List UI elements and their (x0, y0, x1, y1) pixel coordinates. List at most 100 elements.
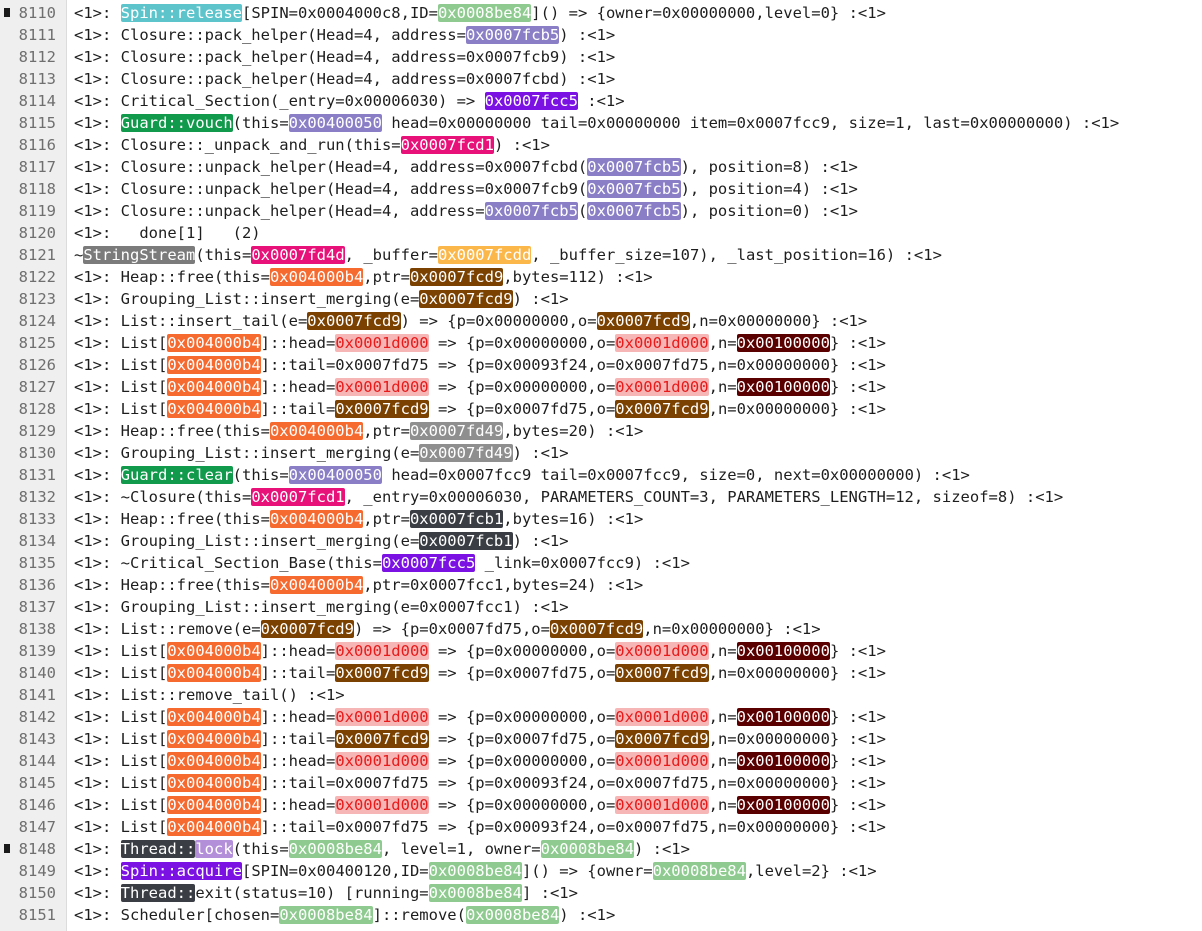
text-span: ,n= (708, 796, 737, 814)
highlight-token: 0x0007fcd9 (335, 664, 429, 682)
log-line[interactable]: 8114 <1>: Critical_Section(_entry=0x00006… (0, 90, 1202, 112)
text-span: ,bytes=20) :<1> (503, 422, 644, 440)
highlight-token: 0x004000b4 (269, 576, 364, 594)
highlight-token: 0x004000b4 (269, 510, 364, 528)
line-number: 8151 (18, 906, 56, 924)
log-line-text: <1>: Spin::release[SPIN=0x0004000c8,ID=0… (74, 2, 886, 24)
line-number: 8110 (18, 4, 56, 22)
log-line[interactable]: 8138 <1>: List::remove(e=0x0007fcd9) => {… (0, 618, 1202, 640)
log-line[interactable]: 8117 <1>: Closure::unpack_helper(Head=4, … (0, 156, 1202, 178)
text-span: head=0x0007fcc9 tail=0x0007fcc9, size=0,… (381, 466, 970, 484)
text-span: ]() => {owner=0x00000000,level=0} :<1> (531, 4, 886, 22)
text-span: ]::head= (260, 708, 336, 726)
log-line[interactable]: 8141 <1>: List::remove_tail() :<1> (0, 684, 1202, 706)
log-line[interactable]: 8136 <1>: Heap::free(this=0x004000b4,ptr=… (0, 574, 1202, 596)
text-span: ,bytes=112) :<1> (503, 268, 653, 286)
highlight-token: 0x0007fcd1 (251, 488, 345, 506)
log-line[interactable]: 8125 <1>: List[0x004000b4]::head=0x0001d0… (0, 332, 1202, 354)
log-line[interactable]: 8119 <1>: Closure::unpack_helper(Head=4, … (0, 200, 1202, 222)
text-span: ~ (74, 246, 84, 264)
highlight-token: 0x0008be84 (540, 840, 634, 858)
log-line[interactable]: 8132 <1>: ~Closure(this=0x0007fcd1, _entr… (0, 486, 1202, 508)
log-line[interactable]: 8129 <1>: Heap::free(this=0x004000b4,ptr=… (0, 420, 1202, 442)
text-span: <1>: (74, 466, 121, 484)
log-line[interactable]: 8120 <1>: done[1] (2) (0, 222, 1202, 244)
log-line[interactable]: 8131 <1>: Guard::clear(this=0x00400050 he… (0, 464, 1202, 486)
text-span: ]::tail=0x0007fd75 => {p=0x00093f24,o=0x… (260, 356, 886, 374)
text-span: (this= (232, 840, 289, 858)
log-line[interactable]: 8110 <1>: Spin::release[SPIN=0x0004000c8,… (0, 2, 1202, 24)
log-line[interactable]: 8135 <1>: ~Critical_Section_Base(this=0x0… (0, 552, 1202, 574)
log-line[interactable]: 8147 <1>: List[0x004000b4]::tail=0x0007fd… (0, 816, 1202, 838)
log-line[interactable]: 8142 <1>: List[0x004000b4]::head=0x0001d0… (0, 706, 1202, 728)
log-line[interactable]: 8134 <1>: Grouping_List::insert_merging(e… (0, 530, 1202, 552)
log-line-text: <1>: List[0x004000b4]::head=0x0001d000 =… (74, 332, 886, 354)
highlight-token: Guard::clear (120, 466, 233, 484)
log-line-text: <1>: Closure::pack_helper(Head=4, addres… (74, 24, 615, 46)
highlight-token: 0x00100000 (736, 708, 830, 726)
log-line[interactable]: 8127 <1>: List[0x004000b4]::head=0x0001d0… (0, 376, 1202, 398)
log-line[interactable]: 8148 <1>: Thread::lock(this=0x0008be84, l… (0, 838, 1202, 860)
highlight-token: 0x0007fcd1 (400, 136, 494, 154)
text-span: <1>: List[ (74, 708, 168, 726)
log-line[interactable]: 8139 <1>: List[0x004000b4]::head=0x0001d0… (0, 640, 1202, 662)
text-span: , _entry=0x00006030, PARAMETERS_COUNT=3,… (344, 488, 1064, 506)
log-line-text: <1>: Heap::free(this=0x004000b4,ptr=0x00… (74, 266, 653, 288)
log-line[interactable]: 8126 <1>: List[0x004000b4]::tail=0x0007fd… (0, 354, 1202, 376)
log-line[interactable]: 8121 ~StringStream(this=0x0007fd4d, _buff… (0, 244, 1202, 266)
text-span: => {p=0x00000000,o= (428, 642, 616, 660)
text-span: <1>: List[ (74, 752, 168, 770)
log-line[interactable]: 8137 <1>: Grouping_List::insert_merging(e… (0, 596, 1202, 618)
highlight-token: Spin::release (120, 4, 242, 22)
text-span: ) :<1> (512, 290, 569, 308)
text-span: ), position=0) :<1> (680, 202, 858, 220)
text-span: ,n=0x00000000} :<1> (708, 730, 886, 748)
highlight-token: 0x0007fcd9 (615, 664, 709, 682)
log-line[interactable]: 8112 <1>: Closure::pack_helper(Head=4, ad… (0, 46, 1202, 68)
highlight-token: 0x0007fcb1 (409, 510, 504, 528)
log-line[interactable]: 8149 <1>: Spin::acquire[SPIN=0x00400120,I… (0, 860, 1202, 882)
log-line[interactable]: 8146 <1>: List[0x004000b4]::head=0x0001d0… (0, 794, 1202, 816)
line-number: 8140 (18, 664, 56, 682)
log-line[interactable]: 8145 <1>: List[0x004000b4]::tail=0x0007fd… (0, 772, 1202, 794)
log-line-text: <1>: List[0x004000b4]::tail=0x0007fcd9 =… (74, 398, 886, 420)
log-line[interactable]: 8116 <1>: Closure::_unpack_and_run(this=0… (0, 134, 1202, 156)
log-line-text: ~StringStream(this=0x0007fd4d, _buffer=0… (74, 244, 942, 266)
highlight-token: 0x004000b4 (167, 796, 261, 814)
log-line[interactable]: 8130 <1>: Grouping_List::insert_merging(e… (0, 442, 1202, 464)
highlight-token: 0x0007fd49 (409, 422, 504, 440)
log-line[interactable]: 8150 <1>: Thread::exit(status=10) [runnin… (0, 882, 1202, 904)
log-line[interactable]: 8123 <1>: Grouping_List::insert_merging(e… (0, 288, 1202, 310)
log-line[interactable]: 8111 <1>: Closure::pack_helper(Head=4, ad… (0, 24, 1202, 46)
text-span: ]::remove( (372, 906, 466, 924)
line-number: 8137 (18, 598, 56, 616)
log-line-text: <1>: List[0x004000b4]::head=0x0001d000 =… (74, 794, 886, 816)
log-line[interactable]: 8113 <1>: Closure::pack_helper(Head=4, ad… (0, 68, 1202, 90)
line-number: 8112 (18, 48, 56, 66)
log-line[interactable]: 8133 <1>: Heap::free(this=0x004000b4,ptr=… (0, 508, 1202, 530)
highlight-token: 0x0008be84 (652, 862, 746, 880)
log-line-text: <1>: List::remove_tail() :<1> (74, 684, 345, 706)
highlight-token: 0x004000b4 (167, 708, 261, 726)
highlight-token: 0x0007fcd9 (409, 268, 504, 286)
log-line[interactable]: 8144 <1>: List[0x004000b4]::head=0x0001d0… (0, 750, 1202, 772)
text-span: ,n= (708, 642, 737, 660)
highlight-token: 0x004000b4 (167, 818, 261, 836)
log-line[interactable]: 8115 <1>: Guard::vouch(this=0x00400050 he… (0, 112, 1202, 134)
highlight-token: 0x0001d000 (335, 334, 429, 352)
log-line[interactable]: 8122 <1>: Heap::free(this=0x004000b4,ptr=… (0, 266, 1202, 288)
text-span: => {p=0x00000000,o= (428, 752, 616, 770)
log-line[interactable]: 8124 <1>: List::insert_tail(e=0x0007fcd9)… (0, 310, 1202, 332)
log-line[interactable]: 8118 <1>: Closure::unpack_helper(Head=4, … (0, 178, 1202, 200)
log-line[interactable]: 8128 <1>: List[0x004000b4]::tail=0x0007fc… (0, 398, 1202, 420)
line-number: 8114 (18, 92, 56, 110)
text-span: => {p=0x0007fd75,o= (428, 400, 616, 418)
log-line[interactable]: 8151 <1>: Scheduler[chosen=0x0008be84]::r… (0, 904, 1202, 926)
log-line[interactable]: 8143 <1>: List[0x004000b4]::tail=0x0007fc… (0, 728, 1202, 750)
log-text-area[interactable]: 8110 <1>: Spin::release[SPIN=0x0004000c8,… (0, 2, 1202, 926)
log-line[interactable]: 8140 <1>: List[0x004000b4]::tail=0x0007fc… (0, 662, 1202, 684)
line-number: 8150 (18, 884, 56, 902)
highlight-token: 0x0008be84 (428, 862, 522, 880)
text-span: <1>: List[ (74, 664, 168, 682)
text-span: <1>: Grouping_List::insert_merging(e=0x0… (74, 598, 569, 616)
